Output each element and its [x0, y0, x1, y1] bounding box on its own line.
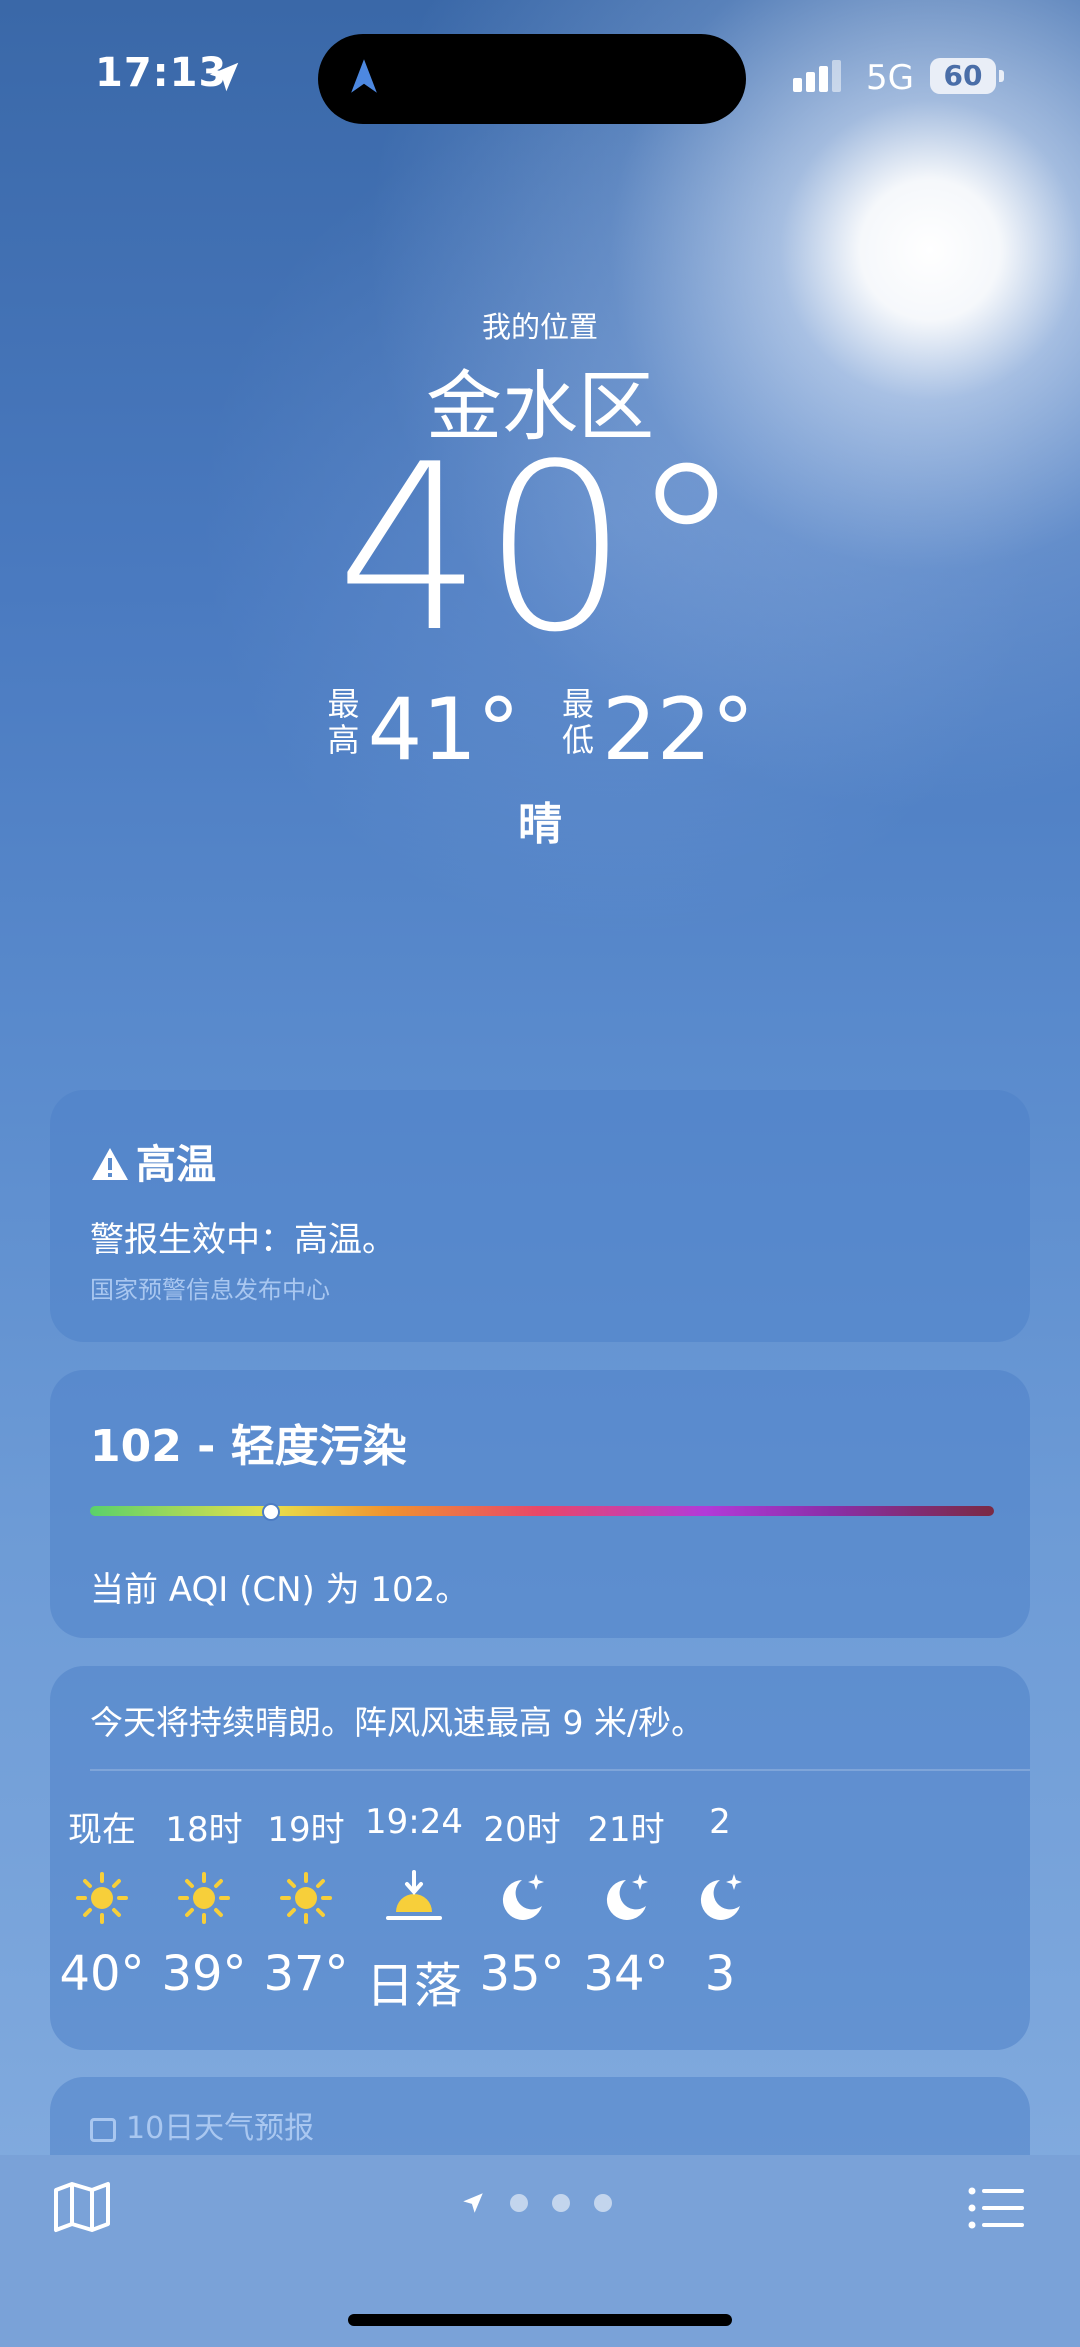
- hourly-summary: 今天将持续晴朗。阵风风速最高 9 米/秒。: [90, 1703, 705, 1742]
- network-type: 5G: [866, 58, 914, 98]
- current-temperature: 40°: [336, 416, 744, 683]
- aqi-scale-bar: [90, 1506, 994, 1516]
- low-label: 最低: [561, 685, 594, 759]
- forecast-title-row: 10日天气预报: [90, 2103, 314, 2147]
- navigation-arrow-icon: [351, 59, 377, 93]
- my-location-label: 我的位置: [481, 310, 598, 344]
- aqi-title: 102 - 轻度污染: [90, 1421, 407, 1472]
- alert-text: 警报生效中：高温。: [90, 1220, 396, 1260]
- alert-source: 国家预警信息发布中心: [90, 1276, 330, 1304]
- page-dot: [552, 2194, 570, 2212]
- high-label: 最高: [327, 685, 360, 759]
- weather-condition: 晴: [518, 799, 562, 850]
- home-indicator: [348, 2314, 732, 2326]
- signal-icon: [793, 60, 845, 92]
- dynamic-island: [318, 34, 746, 124]
- forecast-title: 10日天气预报: [126, 2111, 315, 2146]
- moon-stars-icon: [650, 1868, 790, 1940]
- hour-label: 2: [709, 1802, 731, 1842]
- battery-icon: 60: [930, 58, 996, 94]
- aqi-text: 当前 AQI (CN) 为 102。: [90, 1570, 470, 1610]
- list-icon[interactable]: [968, 2186, 1026, 2230]
- location-arrow-icon: [209, 62, 239, 92]
- high-temp: 41°: [367, 680, 520, 780]
- hour-temperature: 3: [704, 1946, 736, 2002]
- page-dot: [594, 2194, 612, 2212]
- alert-title-row: 高温: [90, 1132, 216, 1190]
- aqi-level-marker: [261, 1503, 280, 1521]
- hourly-item: 23: [650, 1802, 790, 2002]
- low-temp: 22°: [602, 680, 755, 780]
- alert-card[interactable]: 高温 警报生效中：高温。 国家预警信息发布中心: [50, 1090, 1030, 1342]
- location-page-icon: [463, 2193, 483, 2213]
- page-dot: [510, 2194, 528, 2212]
- aqi-card[interactable]: 102 - 轻度污染 当前 AQI (CN) 为 102。: [50, 1370, 1030, 1638]
- high-low: 最高41° 最低22°: [0, 680, 1080, 780]
- alert-title: 高温: [136, 1142, 216, 1188]
- map-icon[interactable]: [52, 2180, 112, 2234]
- hourly-forecast-card[interactable]: 今天将持续晴朗。阵风风速最高 9 米/秒。 现在 40° 18时 39° 19时 37° 1…: [50, 1666, 1030, 2050]
- divider: [90, 1769, 1030, 1771]
- battery-tip: [999, 70, 1004, 82]
- page-indicator[interactable]: [460, 2190, 612, 2216]
- calendar-icon: [90, 2118, 116, 2142]
- warning-icon: [92, 1148, 128, 1180]
